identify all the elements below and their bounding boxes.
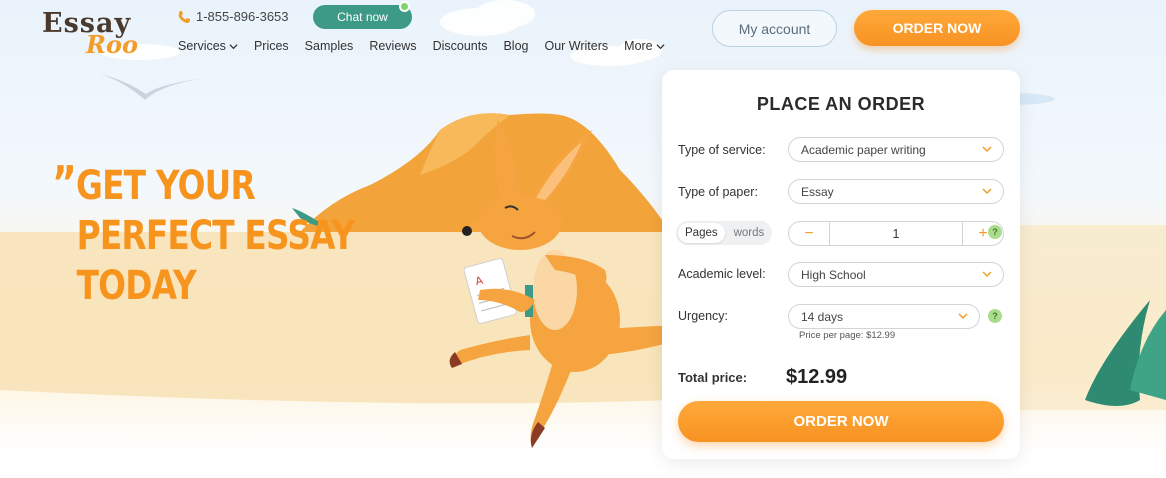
chevron-down-icon (229, 43, 238, 49)
level-select[interactable]: High School (788, 262, 1004, 287)
nav-item-more[interactable]: More (624, 39, 665, 53)
nav-item-prices[interactable]: Prices (254, 39, 289, 53)
level-label: Academic level: (678, 267, 766, 281)
unit-toggle: Pages words (676, 221, 772, 245)
chevron-down-icon (958, 313, 968, 320)
urgency-value: 14 days (801, 309, 844, 324)
unit-pages-option[interactable]: Pages (678, 223, 725, 243)
paper-value: Essay (801, 184, 834, 199)
pages-stepper: − 1 + (788, 221, 1004, 246)
total-price-label: Total price: (678, 370, 748, 385)
phone-link[interactable]: 1-855-896-3653 (177, 9, 289, 24)
phone-icon (178, 10, 190, 23)
headline-line-2: PERFECT ESSAY (76, 213, 356, 259)
phone-number: 1-855-896-3653 (196, 9, 289, 24)
service-label: Type of service: (678, 143, 766, 157)
logo-text-roo: Roo (86, 30, 138, 59)
chevron-down-icon (982, 146, 992, 153)
nav-item-label: Reviews (369, 39, 417, 53)
pages-help-icon[interactable]: ? (988, 225, 1002, 239)
nav-item-label: Prices (253, 39, 289, 53)
nav-item-discounts[interactable]: Discounts (433, 39, 488, 53)
chat-now-label: Chat now (337, 10, 388, 24)
urgency-select[interactable]: 14 days (788, 304, 980, 329)
chat-now-button[interactable]: Chat now (313, 1, 412, 29)
plus-icon: + (978, 224, 988, 242)
service-select[interactable]: Academic paper writing (788, 137, 1004, 162)
minus-button[interactable]: − (789, 222, 829, 245)
service-value: Academic paper writing (801, 142, 926, 157)
price-per-page: Price per page: $12.99 (799, 330, 896, 341)
urgency-help-icon[interactable]: ? (988, 309, 1002, 323)
nav-item-label: Services (178, 39, 226, 53)
my-account-label: My account (738, 20, 811, 37)
order-now-label: ORDER NOW (793, 413, 889, 430)
level-value: High School (801, 267, 866, 282)
order-now-header-button[interactable]: ORDER NOW (854, 10, 1020, 46)
order-now-header-label: ORDER NOW (892, 20, 982, 36)
nav-item-our-writers[interactable]: Our Writers (544, 39, 608, 53)
nav-item-samples[interactable]: Samples (305, 39, 354, 53)
my-account-button[interactable]: My account (712, 10, 837, 47)
nav-item-label: Discounts (432, 39, 488, 53)
chevron-down-icon (982, 271, 992, 278)
main-nav: Services Prices Samples Reviews Discounts Blo… (178, 39, 665, 53)
order-now-button[interactable]: ORDER NOW (678, 401, 1004, 442)
minus-icon: − (804, 224, 814, 242)
nav-item-reviews[interactable]: Reviews (369, 39, 416, 53)
total-price-value: $12.99 (786, 366, 848, 388)
pages-value[interactable]: 1 (829, 222, 963, 245)
headline-line-1: GET YOUR (75, 163, 256, 209)
paper-label: Type of paper: (678, 185, 758, 199)
nav-item-label: Our Writers (544, 39, 609, 53)
quote-mark: ” (52, 156, 77, 210)
order-form-card: PLACE AN ORDER Type of service: Academic… (662, 70, 1020, 459)
online-status-dot (399, 1, 410, 12)
chevron-down-icon (982, 188, 992, 195)
logo[interactable]: Essay Roo (38, 8, 148, 59)
nav-item-label: Samples (304, 39, 354, 53)
hero-headline: ”GET YOUR PERFECT ESSAY TODAY (52, 158, 355, 311)
order-form-title: PLACE AN ORDER (756, 94, 926, 114)
nav-item-services[interactable]: Services (178, 39, 238, 53)
paper-select[interactable]: Essay (788, 179, 1004, 204)
headline-line-3: TODAY (76, 263, 197, 309)
unit-words-option[interactable]: words (725, 227, 765, 239)
urgency-label: Urgency: (678, 309, 729, 323)
nav-item-label: More (624, 39, 653, 53)
nav-item-label: Blog (503, 39, 529, 53)
nav-item-blog[interactable]: Blog (503, 39, 528, 53)
chevron-down-icon (656, 43, 665, 49)
